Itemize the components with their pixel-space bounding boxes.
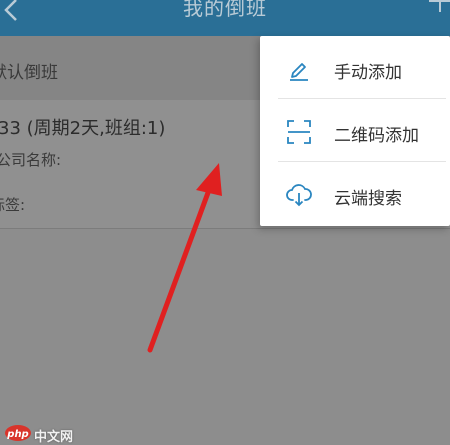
- menu-item-label: 手动添加: [334, 63, 402, 83]
- menu-item-label: 二维码添加: [334, 126, 419, 146]
- app-header: 我的倒班: [0, 0, 450, 36]
- cloud-download-icon: [286, 184, 312, 207]
- plus-icon[interactable]: [428, 0, 450, 16]
- page-title: 我的倒班: [183, 0, 267, 20]
- company-name-label: 公司名称:: [0, 151, 62, 169]
- menu-item-qr-add[interactable]: 二维码添加: [260, 101, 450, 163]
- watermark: php 中文网: [4, 424, 84, 445]
- watermark-text: 中文网: [34, 430, 74, 445]
- add-menu-popup: 手动添加 二维码添加 云端搜索: [260, 36, 450, 226]
- section-title: 默认倒班: [0, 63, 58, 83]
- php-logo-icon: php: [5, 425, 31, 441]
- menu-item-cloud-search[interactable]: 云端搜索: [260, 164, 450, 226]
- tags-label: 标签:: [0, 196, 26, 214]
- menu-divider: [278, 98, 446, 99]
- schedule-name: 33 (周期2天,班组:1): [0, 118, 166, 139]
- menu-item-manual-add[interactable]: 手动添加: [260, 38, 450, 100]
- svg-text:php: php: [6, 429, 28, 440]
- qr-scan-icon: [287, 120, 311, 144]
- pencil-icon: [290, 63, 308, 81]
- menu-item-label: 云端搜索: [334, 189, 402, 209]
- menu-divider: [278, 161, 446, 162]
